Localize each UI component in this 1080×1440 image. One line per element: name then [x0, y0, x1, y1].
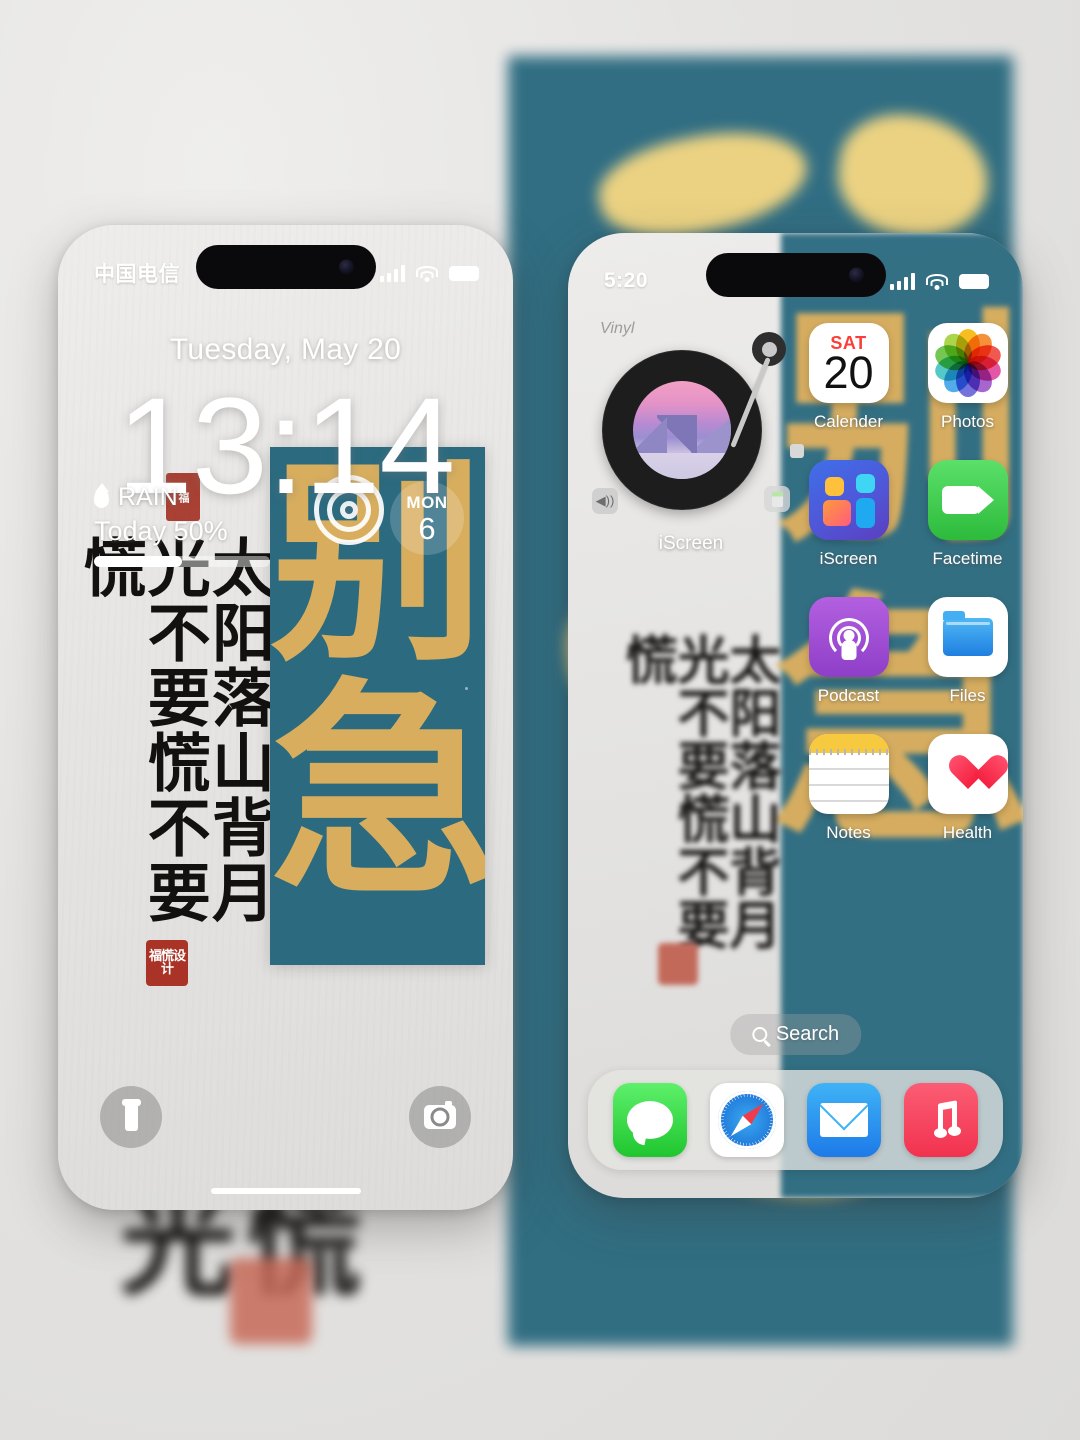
- wifi-icon: [416, 265, 438, 282]
- app-podcast[interactable]: Podcast: [800, 597, 897, 706]
- battery-icon: [959, 273, 989, 289]
- app-label: iScreen: [819, 549, 878, 568]
- search-icon: [751, 1027, 767, 1042]
- weather-today-label: Today 50%: [94, 516, 228, 546]
- home-screen[interactable]: 别 急 太阳落山背月光不要慌不要慌 5:20 Vinyl ◀)) iScreen…: [568, 233, 1023, 1198]
- mail-icon[interactable]: [806, 1083, 881, 1157]
- app-label: Podcast: [817, 686, 880, 705]
- cellular-bars-icon: [380, 264, 405, 282]
- messages-icon[interactable]: [613, 1083, 688, 1157]
- search-button[interactable]: Search: [729, 1014, 862, 1055]
- app-label: Files: [949, 686, 986, 705]
- front-camera-icon: [338, 259, 354, 275]
- notes-icon: [808, 734, 889, 814]
- poster-char-bottom: 急: [270, 660, 485, 927]
- health-icon: [927, 734, 1008, 814]
- dynamic-island: [195, 245, 376, 289]
- vinyl-widget[interactable]: Vinyl ◀)): [592, 320, 804, 526]
- photos-icon: [927, 323, 1008, 403]
- app-label: Photos: [941, 412, 994, 431]
- calendar-icon: SAT 20: [808, 323, 889, 403]
- app-label: Health: [942, 823, 993, 842]
- weather-label: RAIN: [118, 483, 178, 511]
- cellular-bars-icon: [890, 272, 915, 290]
- facetime-icon: [927, 460, 1008, 540]
- vinyl-widget-app-name: iScreen: [658, 533, 724, 554]
- lock-date-label: Tuesday, May 20: [169, 333, 402, 366]
- app-label: Calender: [814, 412, 883, 431]
- dynamic-island: [705, 253, 886, 297]
- app-health[interactable]: Health: [919, 734, 1016, 843]
- calendar-day-number: 20: [823, 347, 874, 399]
- camera-button[interactable]: [409, 1086, 471, 1148]
- carrier-label: 中国电信: [94, 263, 180, 286]
- backdrop-seal: [230, 1258, 312, 1344]
- files-icon: [927, 597, 1008, 677]
- battery-small-icon[interactable]: [764, 486, 790, 512]
- front-camera-icon: [848, 267, 864, 283]
- app-calendar[interactable]: SAT 20 Calender: [800, 323, 897, 432]
- flashlight-button[interactable]: [100, 1086, 162, 1148]
- music-icon[interactable]: [903, 1083, 978, 1157]
- flashlight-icon: [121, 1099, 141, 1131]
- home-wallpaper-seal: [658, 943, 698, 985]
- app-facetime[interactable]: Facetime: [919, 460, 1016, 569]
- iscreen-icon: [808, 460, 889, 540]
- clock-label: 5:20: [604, 269, 649, 292]
- speaker-icon[interactable]: ◀)): [592, 488, 618, 514]
- camera-icon: [424, 1101, 456, 1129]
- app-grid: SAT 20 Calender Photos iScreen Facetime …: [800, 323, 1016, 843]
- battery-icon: [449, 265, 479, 281]
- app-photos[interactable]: Photos: [919, 323, 1016, 432]
- wifi-icon: [926, 273, 948, 290]
- home-wallpaper-calligraphy: 太阳落山背月光不要慌不要慌: [616, 633, 780, 951]
- vinyl-album-art: [633, 381, 731, 479]
- vinyl-widget-label: Vinyl: [600, 320, 635, 337]
- app-iscreen[interactable]: iScreen: [800, 460, 897, 569]
- weather-widget[interactable]: RAIN Today 50%: [94, 483, 284, 567]
- lock-screen[interactable]: 太阳落山背月光不要慌不要慌 福慌设计 中国电信 Tuesday, May 20 …: [58, 225, 513, 1210]
- app-notes[interactable]: Notes: [800, 734, 897, 843]
- app-label: Notes: [826, 823, 871, 842]
- podcast-icon: [808, 597, 889, 677]
- rain-drop-icon: [94, 487, 109, 508]
- weather-progress-bar: [94, 556, 270, 567]
- vinyl-tonearm: [726, 332, 804, 458]
- lock-screen-phone: 太阳落山背月光不要慌不要慌 福慌设计 中国电信 Tuesday, May 20 …: [58, 225, 513, 1210]
- home-indicator[interactable]: [210, 1188, 361, 1194]
- app-files[interactable]: Files: [919, 597, 1016, 706]
- home-screen-phone: 别 急 太阳落山背月光不要慌不要慌 5:20 Vinyl ◀)) iScreen…: [568, 233, 1023, 1198]
- app-label: Facetime: [932, 549, 1003, 568]
- search-label: Search: [775, 1023, 840, 1045]
- safari-icon[interactable]: [710, 1083, 785, 1157]
- lock-wallpaper-seal: 福慌设计: [146, 940, 188, 986]
- dock: [588, 1070, 1003, 1170]
- lock-wallpaper-calligraphy: 太阳落山背月光不要慌不要慌: [73, 535, 276, 925]
